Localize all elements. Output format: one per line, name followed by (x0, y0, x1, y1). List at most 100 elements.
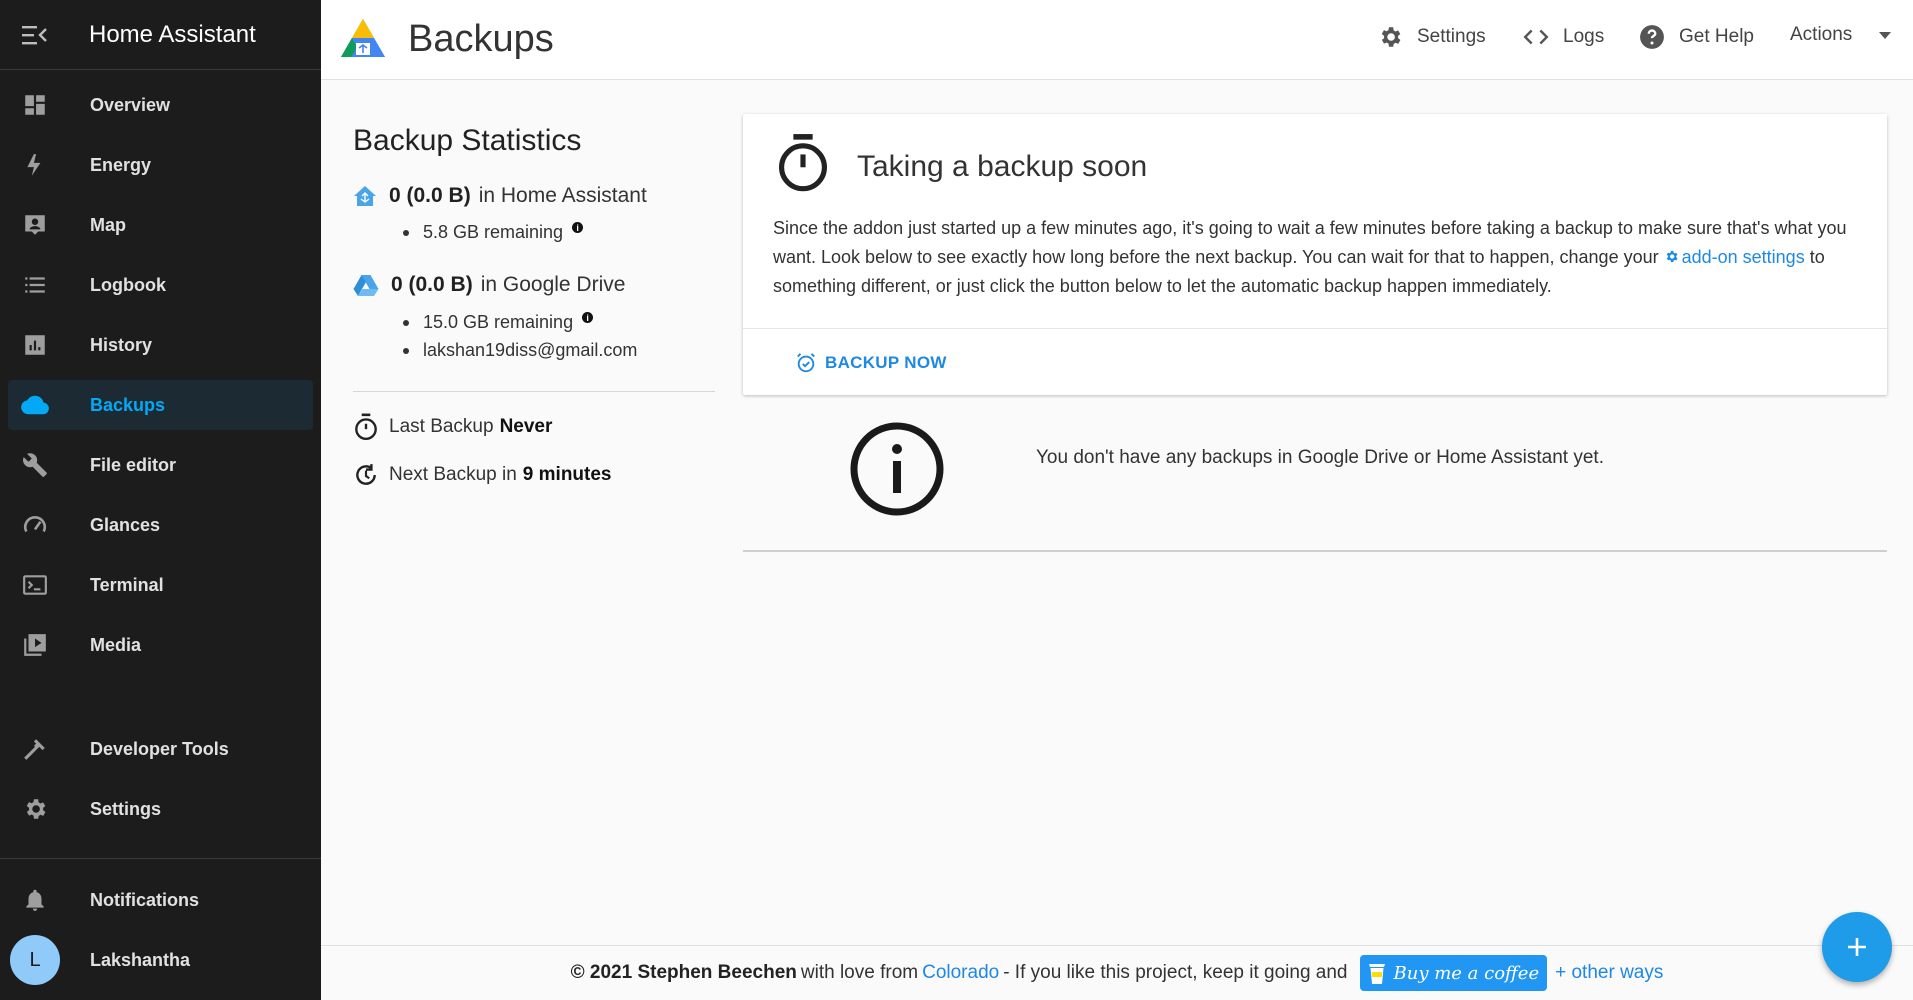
coffee-cup-icon (1368, 964, 1385, 984)
sidebar: Home Assistant Overview Energy Map Logbo… (0, 0, 321, 1000)
logs-label: Logs (1563, 26, 1605, 47)
menu-collapse-icon (22, 25, 47, 44)
info-icon[interactable]: i (582, 312, 594, 323)
next-backup: Next Backup in 9 minutes (353, 462, 612, 488)
gauge-icon (8, 512, 62, 538)
footer: © 2021 Stephen Beechen with love from Co… (321, 945, 1913, 1000)
sidebar-item-user[interactable]: L Lakshantha (8, 935, 313, 985)
sidebar-item-overview[interactable]: Overview (8, 80, 313, 130)
stats-title: Backup Statistics (353, 124, 582, 157)
addon-settings-link-text: add-on settings (1681, 247, 1805, 267)
menu-toggle-button[interactable] (0, 25, 70, 45)
sidebar-item-label: Map (90, 214, 126, 235)
wrench-icon (8, 452, 62, 478)
settings-button[interactable]: Settings (1377, 24, 1486, 50)
console-icon (8, 572, 62, 598)
card-title: Taking a backup soon (857, 150, 1148, 183)
sidebar-item-history[interactable]: History (8, 320, 313, 370)
list-icon (8, 272, 62, 298)
other-ways-link[interactable]: + other ways (1555, 962, 1663, 984)
sidebar-header: Home Assistant (0, 0, 321, 70)
sidebar-item-label: Overview (90, 94, 171, 115)
get-help-button[interactable]: Get Help (1639, 24, 1754, 50)
clock-refresh-icon (356, 464, 376, 485)
bullet (403, 229, 409, 236)
footer-cta-text: - If you like this project, keep it goin… (1003, 962, 1348, 983)
google-drive-icon (353, 275, 379, 296)
gear-icon (1381, 27, 1401, 47)
addon-settings-link[interactable]: add-on settings (1664, 247, 1805, 267)
bell-icon (8, 887, 62, 913)
map-account-icon (8, 212, 62, 238)
sidebar-divider (0, 858, 321, 859)
sidebar-item-media[interactable]: Media (8, 620, 313, 670)
sidebar-user-name: Lakshantha (90, 949, 191, 970)
logs-button[interactable]: Logs (1523, 24, 1604, 50)
last-backup-value: Never (499, 416, 553, 437)
plus-icon (1848, 938, 1866, 956)
ha-location: in Home Assistant (478, 184, 647, 207)
buy-me-a-coffee-label: Buy me a coffee (1393, 962, 1540, 984)
gd-count: 0 (0.0 B) (391, 273, 473, 296)
sidebar-item-settings[interactable]: Settings (8, 784, 313, 834)
alarm-check-icon (797, 353, 815, 373)
sidebar-item-label: History (90, 334, 153, 355)
empty-state-message: You don't have any backups in Google Dri… (1036, 447, 1604, 468)
gd-account-email: lakshan19diss@gmail.com (423, 340, 638, 360)
hammer-icon (8, 736, 62, 762)
play-box-icon (8, 632, 62, 658)
cloud-icon (8, 392, 62, 418)
next-backup-label: Next Backup in (389, 464, 517, 485)
code-icon (1523, 29, 1549, 45)
settings-label: Settings (1417, 26, 1486, 47)
stat-home-assistant: 0 (0.0 B) in Home Assistant (353, 184, 647, 208)
sidebar-item-glances[interactable]: Glances (8, 500, 313, 550)
ha-count: 0 (0.0 B) (389, 184, 471, 207)
dashboard-icon (8, 92, 62, 118)
info-circle-icon (849, 421, 945, 522)
timer-icon (779, 134, 827, 192)
stat-google-drive: 0 (0.0 B) in Google Drive (353, 273, 625, 297)
bullet (403, 347, 409, 354)
card-body: Since the addon just started up a few mi… (773, 214, 1853, 301)
timer-icon (355, 413, 377, 441)
sidebar-item-label: Developer Tools (90, 738, 229, 759)
backup-statistics: Backup Statistics 0 (0.0 B) in Home Assi… (353, 124, 715, 485)
add-backup-fab[interactable] (1822, 912, 1892, 982)
colorado-link[interactable]: Colorado (922, 962, 999, 984)
footer-copyright: © 2021 Stephen Beechen (570, 962, 797, 983)
sidebar-item-terminal[interactable]: Terminal (8, 560, 313, 610)
home-assistant-icon (354, 186, 376, 206)
sidebar-item-backups[interactable]: Backups (8, 380, 313, 430)
gear-icon (8, 796, 62, 822)
sidebar-item-file-editor[interactable]: File editor (8, 440, 313, 490)
caret-down-icon (1879, 32, 1892, 39)
chart-box-icon (8, 332, 62, 358)
card-divider (743, 328, 1887, 329)
buy-me-a-coffee-button[interactable]: Buy me a coffee (1359, 955, 1548, 991)
info-icon[interactable]: i (572, 222, 584, 233)
stats-divider (353, 391, 715, 392)
gd-account: lakshan19diss@gmail.com (403, 340, 637, 361)
app-logo-icon (339, 17, 387, 66)
top-bar: Backups Settings Logs Get Help Actions (321, 0, 1913, 80)
sidebar-item-developer-tools[interactable]: Developer Tools (8, 724, 313, 774)
ha-remaining-text: 5.8 GB remaining (423, 222, 564, 242)
sidebar-item-energy[interactable]: Energy (8, 140, 313, 190)
sidebar-title: Home Assistant (89, 20, 256, 48)
actions-dropdown[interactable]: Actions (1790, 24, 1892, 46)
backup-now-button[interactable]: BACKUP NOW (795, 352, 947, 374)
sidebar-item-map[interactable]: Map (8, 200, 313, 250)
get-help-label: Get Help (1679, 26, 1754, 47)
ha-remaining: 5.8 GB remaining i (403, 222, 584, 243)
gd-remaining-text: 15.0 GB remaining (423, 312, 574, 332)
user-avatar-wrap: L (8, 935, 62, 985)
help-circle-icon (1640, 25, 1664, 49)
sidebar-item-label: Media (90, 634, 142, 655)
last-backup-label: Last Backup (389, 416, 494, 437)
actions-label: Actions (1790, 24, 1853, 45)
backup-soon-card: Taking a backup soon Since the addon jus… (743, 114, 1887, 395)
gear-icon (1666, 250, 1678, 263)
sidebar-item-notifications[interactable]: Notifications (8, 875, 313, 925)
sidebar-item-logbook[interactable]: Logbook (8, 260, 313, 310)
